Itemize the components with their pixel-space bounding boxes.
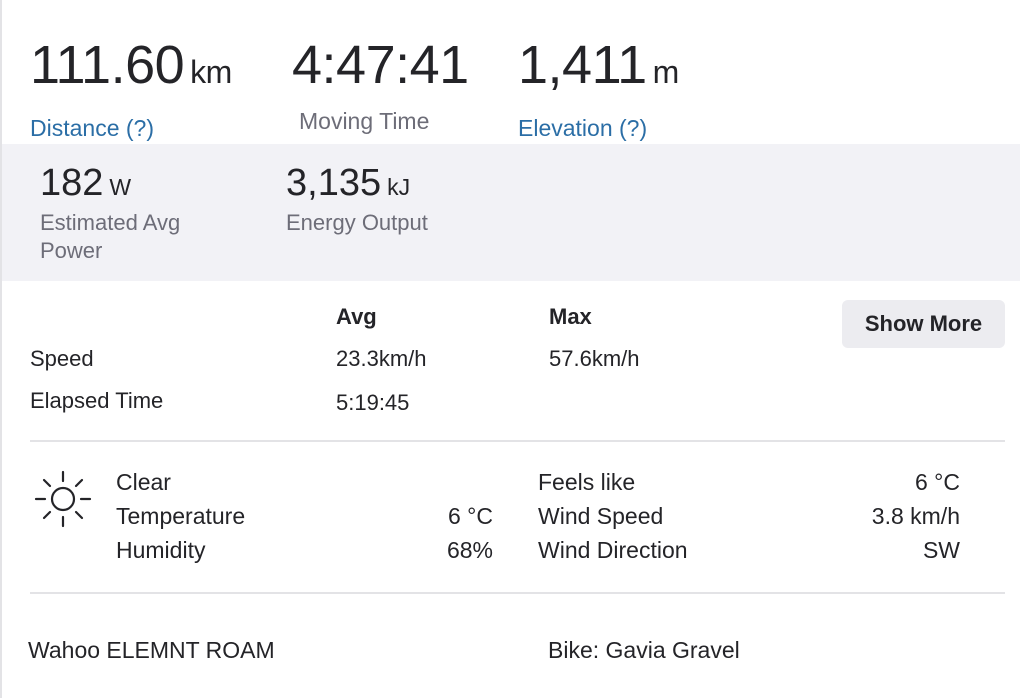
elapsed-time-label: Elapsed Time [30, 388, 164, 413]
power-stat: 182 W Estimated Avg Power [40, 163, 240, 265]
distance-value: 111.60 [30, 35, 185, 95]
moving-time-stat: 4:47:41 Moving Time [292, 38, 469, 135]
section-divider [30, 440, 1005, 442]
energy-value: 3,135 [286, 162, 382, 204]
wind-direction-value: SW [922, 537, 960, 563]
elevation-stat: 1,411 m Elevation (?) [518, 38, 679, 142]
speed-avg: 23.3km/h [336, 346, 427, 371]
speed-max: 57.6km/h [549, 346, 640, 371]
distance-unit: km [190, 54, 232, 90]
elevation-label-link[interactable]: Elevation (?) [518, 115, 679, 142]
power-label: Estimated Avg Power [40, 210, 181, 263]
power-unit: W [109, 174, 132, 200]
avg-header: Avg [336, 304, 377, 329]
wind-speed-value: 3.8 km/h [871, 503, 960, 529]
temperature-value: 6 °C [448, 503, 493, 529]
moving-time-value: 4:47:41 [292, 35, 469, 95]
elapsed-time-avg: 5:19:45 [336, 390, 410, 415]
energy-label: Energy Output [286, 210, 428, 235]
humidity-value: 68% [446, 537, 493, 563]
sun-icon [34, 470, 92, 528]
humidity-label: Humidity [116, 537, 206, 563]
show-more-button[interactable]: Show More [842, 300, 1005, 348]
wind-direction-label: Wind Direction [538, 537, 688, 563]
bike-name[interactable]: Bike: Gavia Gravel [548, 637, 740, 664]
elevation-unit: m [652, 54, 680, 90]
wind-speed-label: Wind Speed [538, 503, 664, 529]
weather-condition: Clear [116, 469, 171, 495]
max-header: Max [549, 304, 592, 329]
feels-like-value: 6 °C [915, 469, 960, 495]
elevation-value: 1,411 [518, 35, 647, 95]
section-divider [30, 592, 1005, 594]
energy-unit: kJ [387, 174, 411, 200]
power-value: 182 [40, 162, 104, 204]
distance-stat: 111.60 km Distance (?) [30, 38, 232, 142]
feels-like-label: Feels like [538, 469, 636, 495]
left-border [0, 0, 2, 698]
moving-time-label: Moving Time [299, 108, 430, 134]
speed-label: Speed [30, 346, 94, 371]
distance-label-link[interactable]: Distance (?) [30, 115, 232, 142]
device-name: Wahoo ELEMNT ROAM [28, 637, 275, 663]
temperature-label: Temperature [116, 503, 246, 529]
energy-stat: 3,135 kJ Energy Output [286, 163, 428, 237]
